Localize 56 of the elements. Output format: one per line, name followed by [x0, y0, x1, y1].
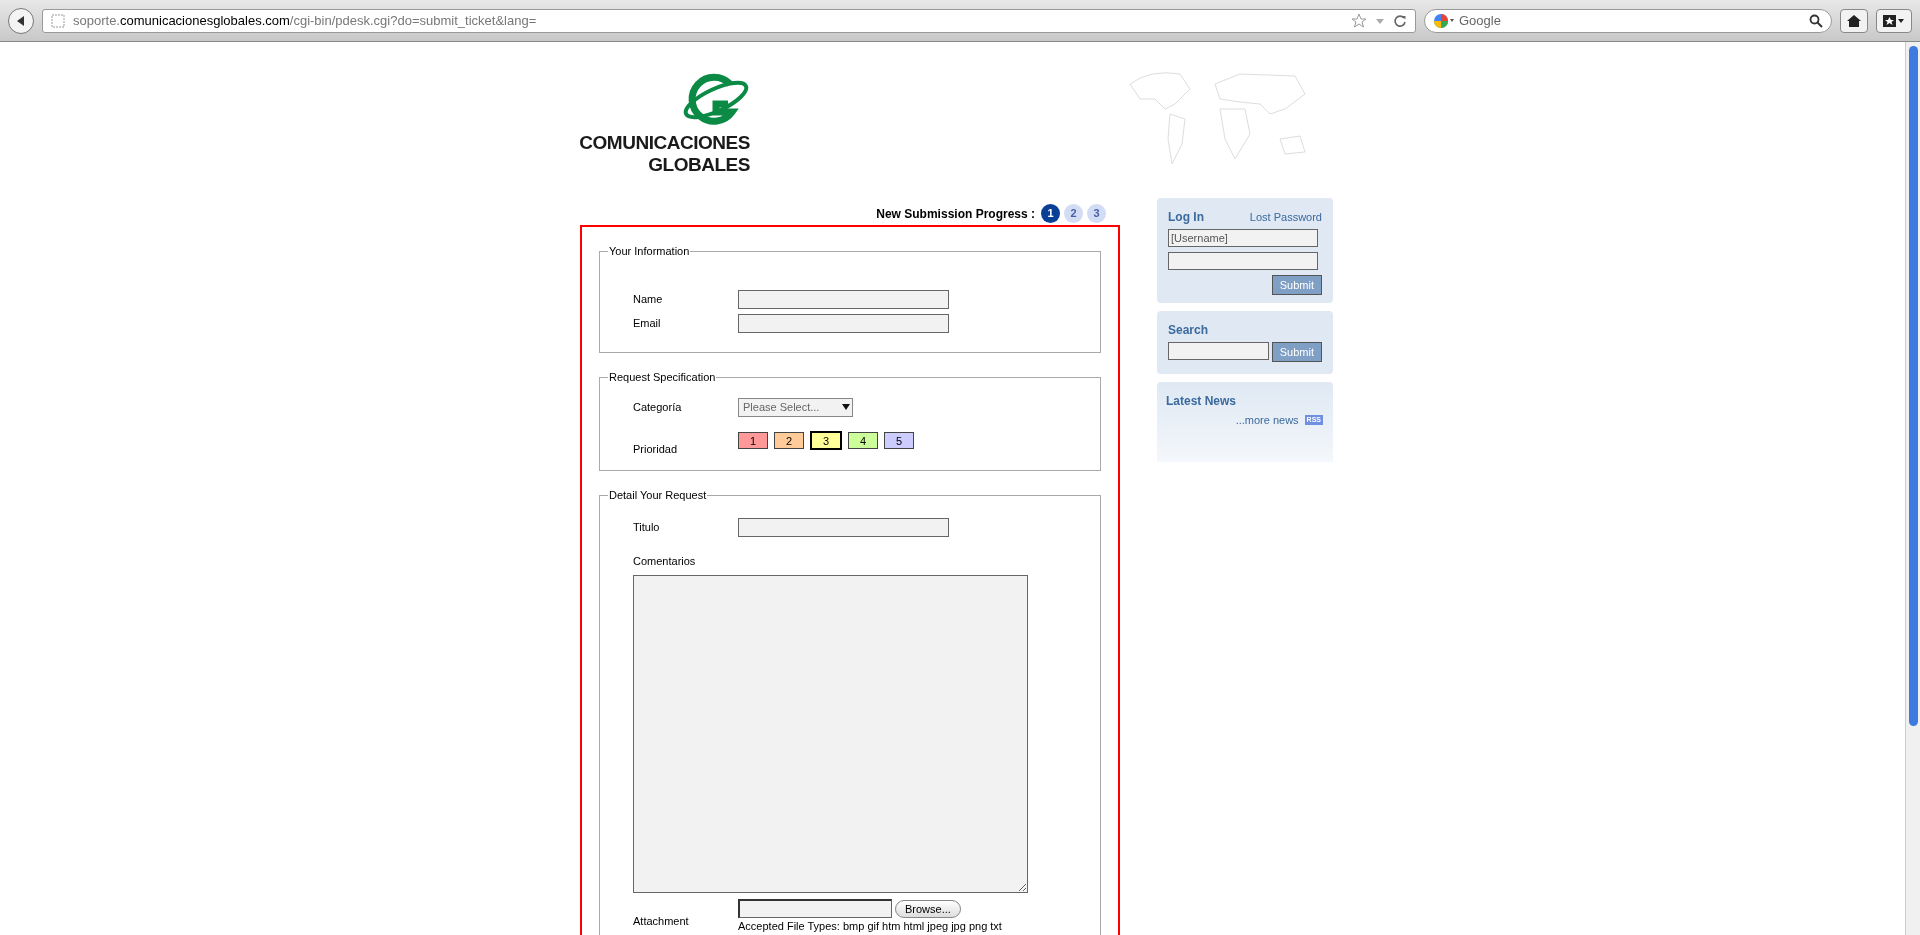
priority-option[interactable]: 4 — [848, 431, 878, 449]
home-button[interactable] — [1840, 8, 1868, 33]
text-field[interactable] — [738, 313, 949, 333]
category-dropdown[interactable]: Please Select... — [738, 397, 853, 417]
username-field[interactable]: [Username] — [1168, 229, 1318, 247]
file-field[interactable] — [738, 899, 892, 918]
search-placeholder: Google — [1459, 11, 1502, 30]
back-button[interactable] — [8, 7, 34, 34]
priority-option[interactable]: 3 — [810, 430, 842, 450]
progress-step: 1 — [1041, 204, 1060, 223]
more-news-link[interactable]: ...more news — [1235, 412, 1299, 429]
text-field[interactable] — [738, 289, 949, 309]
caret-icon — [842, 404, 850, 410]
priority-option[interactable]: 1 — [738, 431, 768, 449]
logo-text: COMUNICACIONES — [579, 132, 750, 154]
scrollbar-thumb[interactable] — [1908, 46, 1918, 726]
section-legend: Your Information — [608, 243, 691, 260]
search-icon[interactable] — [1809, 13, 1823, 28]
star-icon[interactable] — [1351, 12, 1367, 29]
login-title: Log In — [1168, 209, 1204, 226]
section-legend: Request Specification — [608, 369, 717, 386]
bookmarks-button[interactable] — [1876, 8, 1912, 33]
search-engine-icon — [1433, 12, 1455, 29]
news-title: Latest News — [1166, 393, 1238, 410]
field-label: Prioridad — [633, 441, 679, 457]
logo-text: GLOBALES — [648, 154, 750, 176]
progress-step: 3 — [1087, 204, 1106, 223]
priority-option[interactable]: 5 — [884, 431, 914, 449]
text-field[interactable] — [738, 517, 949, 537]
home-icon — [1847, 14, 1861, 27]
bookmark-menu-icon — [1883, 14, 1905, 27]
url-text: soporte.comunicacionesglobales.com/cgi-bin/pdesk.cgi?do=submit_ticket&lang= — [73, 11, 537, 30]
password-field[interactable] — [1168, 252, 1318, 270]
file-types-note: Accepted File Types: bmp gif htm html jpeg jpg png txt — [738, 919, 1002, 934]
lost-password-link[interactable]: Lost Password — [1249, 208, 1322, 226]
field-label: Titulo — [633, 519, 661, 535]
reload-icon[interactable] — [1393, 13, 1407, 28]
field-label: Attachment — [633, 913, 690, 929]
field-label: Name — [633, 291, 664, 307]
back-arrow-icon — [15, 14, 27, 27]
field-label: Categoría — [633, 399, 683, 415]
search-field[interactable] — [1168, 342, 1269, 360]
browse-button[interactable]: Browse... — [895, 899, 961, 918]
address-bar[interactable]: soporte.comunicacionesglobales.com/cgi-bin/pdesk.cgi?do=submit_ticket&lang= — [42, 8, 1416, 33]
field-label: Comentarios — [633, 553, 697, 569]
search-title: Search — [1168, 322, 1210, 339]
search-field[interactable]: Google — [1424, 8, 1832, 33]
field-label: Email — [633, 315, 662, 331]
page-icon — [51, 13, 65, 28]
section-legend: Detail Your Request — [608, 487, 708, 504]
priority-option[interactable]: 2 — [774, 431, 804, 449]
dropdown-placeholder: Please Select... — [743, 399, 820, 415]
progress-step: 2 — [1064, 204, 1083, 223]
scrollbar[interactable] — [1905, 42, 1920, 935]
comments-field[interactable] — [633, 575, 1028, 893]
progress-label: New Submission Progress : — [876, 205, 1035, 223]
